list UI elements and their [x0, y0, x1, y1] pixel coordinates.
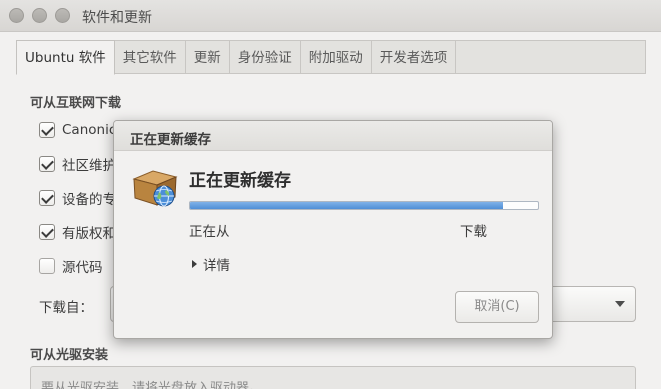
- checkbox-row-community[interactable]: 社区维护: [39, 155, 116, 174]
- window-title: 软件和更新: [82, 10, 152, 26]
- dialog-heading: 正在更新缓存: [189, 171, 291, 191]
- chevron-down-icon: [615, 301, 625, 307]
- cdrom-list[interactable]: 要从光驱安装，请将光盘放入驱动器。: [30, 366, 636, 389]
- cancel-button[interactable]: 取消(C): [455, 291, 539, 323]
- download-from-label: 下载自：: [39, 300, 93, 316]
- status-text-download: 下载: [460, 224, 487, 240]
- progress-bar-fill: [190, 202, 504, 209]
- status-text-from: 正在从: [189, 224, 230, 240]
- window-titlebar: 软件和更新: [0, 0, 661, 32]
- progress-bar: [189, 201, 539, 210]
- checkbox-label: 源代码: [62, 260, 103, 276]
- tab-ubuntu-software[interactable]: Ubuntu 软件: [16, 40, 115, 75]
- checkbox-canonical[interactable]: [39, 122, 55, 138]
- checkbox-row-source-code[interactable]: 源代码: [39, 257, 103, 276]
- expander-arrow-icon: [192, 260, 197, 268]
- checkbox-row-proprietary-drivers[interactable]: 设备的专: [39, 189, 116, 208]
- dialog-titlebar: 正在更新缓存: [114, 121, 552, 151]
- tab-bar-filler: [456, 40, 646, 74]
- cdrom-section-title: 可从光驱安装: [30, 348, 109, 363]
- tab-authentication[interactable]: 身份验证: [229, 40, 301, 74]
- close-window-button[interactable]: [9, 8, 24, 23]
- internet-section-title: 可从互联网下载: [30, 96, 122, 111]
- package-globe-icon: [132, 170, 178, 207]
- tab-developer-options[interactable]: 开发者选项: [371, 40, 457, 74]
- checkbox-label: 社区维护: [62, 158, 116, 174]
- details-expander[interactable]: 详情: [192, 254, 230, 274]
- cdrom-placeholder: 要从光驱安装，请将光盘放入驱动器。: [41, 381, 263, 389]
- checkbox-row-restricted[interactable]: 有版权和: [39, 223, 116, 242]
- updating-cache-dialog: 正在更新缓存 正在更新缓存 正在从 下载 详情 取消(C): [113, 120, 553, 339]
- tab-bar: Ubuntu 软件 其它软件 更新 身份验证 附加驱动 开发者选项: [16, 40, 646, 75]
- checkbox-source-code[interactable]: [39, 258, 55, 274]
- tab-other-software[interactable]: 其它软件: [114, 40, 186, 74]
- checkbox-label: Canonic: [62, 122, 117, 138]
- tab-additional-drivers[interactable]: 附加驱动: [300, 40, 372, 74]
- details-label: 详情: [203, 258, 230, 274]
- checkbox-label: 有版权和: [62, 226, 116, 242]
- checkbox-row-canonical[interactable]: Canonic: [39, 121, 116, 139]
- maximize-window-button[interactable]: [55, 8, 70, 23]
- tab-updates[interactable]: 更新: [185, 40, 230, 74]
- checkbox-proprietary-drivers[interactable]: [39, 190, 55, 206]
- dialog-title: 正在更新缓存: [130, 132, 211, 148]
- checkbox-label: 设备的专: [62, 192, 116, 208]
- checkbox-community[interactable]: [39, 156, 55, 172]
- checkbox-restricted[interactable]: [39, 224, 55, 240]
- minimize-window-button[interactable]: [32, 8, 47, 23]
